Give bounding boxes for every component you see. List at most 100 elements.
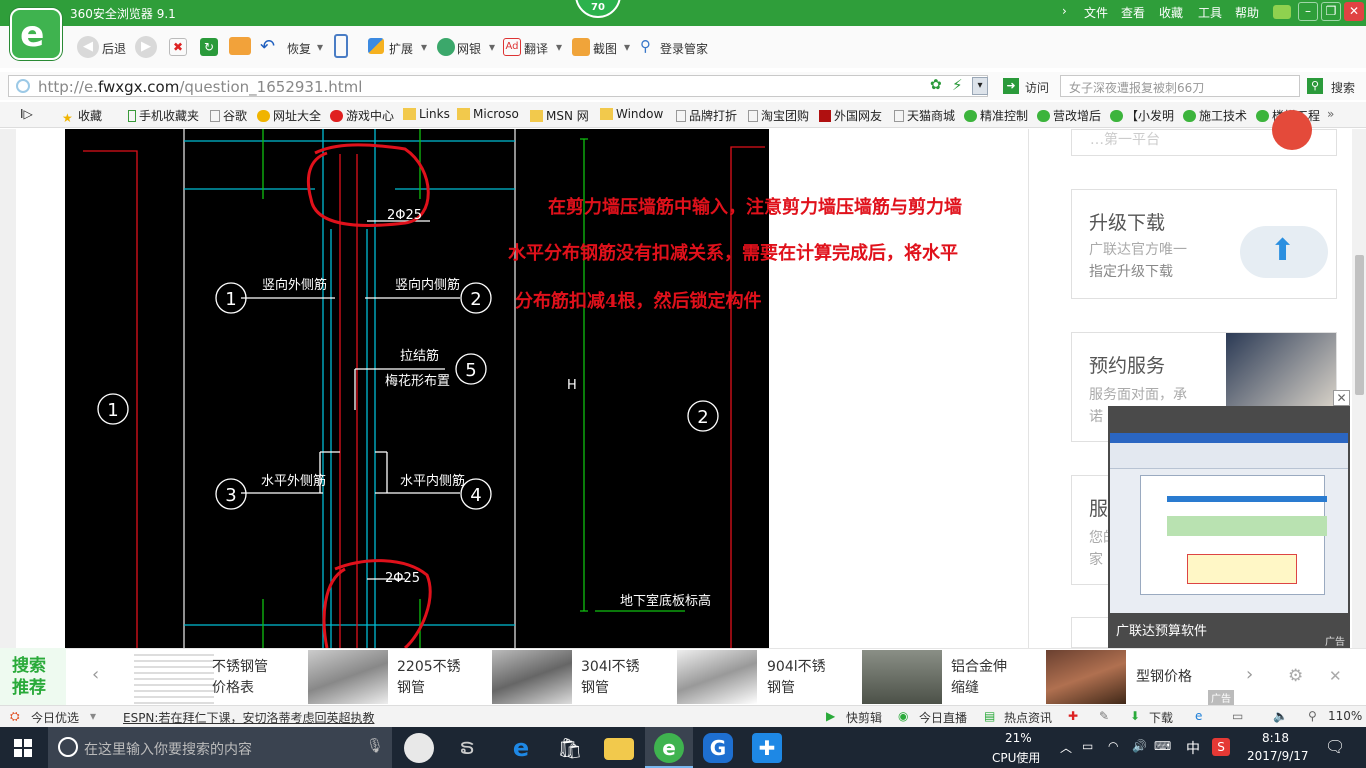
- bookmark-item[interactable]: 营改增后: [1037, 107, 1101, 124]
- cortana-icon[interactable]: [58, 737, 78, 757]
- back-arrow-icon[interactable]: ◀: [77, 36, 99, 58]
- bookmark-folder[interactable]: Links: [403, 107, 450, 121]
- recommend-item[interactable]: 304l不锈 钢管: [581, 657, 640, 699]
- platform-card[interactable]: …第一平台: [1071, 110, 1337, 156]
- recommend-image[interactable]: [134, 650, 214, 704]
- recommend-image[interactable]: [308, 650, 388, 704]
- extensions-icon[interactable]: [368, 38, 384, 54]
- recommend-item[interactable]: 型钢价格: [1136, 667, 1192, 688]
- login-search-icon[interactable]: ⚲: [640, 37, 651, 55]
- recommend-image[interactable]: [1046, 650, 1126, 704]
- bookmark-item[interactable]: 谷歌: [210, 107, 247, 124]
- menu-arrow-icon[interactable]: ›: [1062, 4, 1067, 18]
- recommend-item[interactable]: 不锈钢管 价格表: [212, 657, 268, 699]
- visit-arrow-icon[interactable]: ➜: [1003, 78, 1019, 94]
- tray-expand-icon[interactable]: ︿: [1060, 739, 1072, 756]
- recommend-image[interactable]: [677, 650, 757, 704]
- translate-icon[interactable]: Ad: [503, 38, 521, 56]
- browser-360-icon[interactable]: e: [654, 733, 684, 763]
- menu-tools[interactable]: 工具: [1198, 4, 1222, 21]
- menu-file[interactable]: 文件: [1084, 4, 1108, 21]
- search-button[interactable]: 搜索: [1331, 79, 1355, 96]
- recommend-close-icon[interactable]: ✕: [1329, 667, 1342, 685]
- battery-icon[interactable]: ▭: [1082, 739, 1093, 753]
- extensions-button[interactable]: 扩展: [389, 40, 413, 57]
- popup-close-icon[interactable]: ✕: [1333, 390, 1350, 406]
- bookmark-item[interactable]: 品牌打折: [676, 107, 737, 124]
- browser-logo-icon[interactable]: e: [10, 8, 62, 60]
- speed-mode-icon[interactable]: ⚡: [952, 76, 963, 94]
- clock-time[interactable]: 8:18: [1262, 731, 1289, 745]
- login-manager-button[interactable]: 登录管家: [660, 40, 708, 57]
- quickclip-button[interactable]: 快剪辑: [846, 709, 882, 726]
- recommend-settings-icon[interactable]: ⚙: [1288, 666, 1303, 686]
- bookmark-folder[interactable]: Window: [600, 107, 663, 121]
- window-mode-icon[interactable]: ▭: [1232, 709, 1243, 723]
- url-text[interactable]: http://e.fwxgx.com/question_1652931.html: [38, 78, 362, 96]
- ime-indicator[interactable]: 中: [1186, 738, 1200, 758]
- edge-icon[interactable]: e: [506, 733, 536, 763]
- bookmark-item[interactable]: 施工技术: [1183, 107, 1247, 124]
- translate-button[interactable]: 翻译: [524, 40, 548, 57]
- skin-shirt-icon[interactable]: [1273, 5, 1291, 19]
- today-pick-dropdown-icon[interactable]: ▾: [90, 709, 96, 723]
- task-view-icon[interactable]: [404, 733, 434, 763]
- menu-view[interactable]: 查看: [1121, 4, 1145, 21]
- bookmark-folder[interactable]: Microso: [457, 107, 519, 121]
- bookmarks-overflow-icon[interactable]: »: [1327, 107, 1334, 121]
- recommend-prev-icon[interactable]: ‹: [92, 664, 99, 685]
- volume-icon[interactable]: 🔈: [1273, 709, 1288, 723]
- ie-icon[interactable]: e: [1195, 709, 1202, 723]
- home-icon[interactable]: [229, 37, 251, 55]
- speaker-icon[interactable]: 🔊: [1132, 739, 1147, 753]
- phone-icon[interactable]: [334, 34, 348, 58]
- screenshot-button[interactable]: 截图: [593, 40, 617, 57]
- bookmark-item[interactable]: 精准控制: [964, 107, 1028, 124]
- bookmark-item[interactable]: 天猫商城: [894, 107, 955, 124]
- glodon-plus-icon[interactable]: ✚: [752, 733, 782, 763]
- bookmark-favorites[interactable]: ★ 收藏: [62, 107, 102, 125]
- zoom-level[interactable]: 110%: [1328, 709, 1362, 723]
- stop-icon[interactable]: ✖: [169, 38, 187, 56]
- forward-arrow-icon[interactable]: ▶: [135, 36, 157, 58]
- download-button[interactable]: 下载: [1149, 709, 1173, 726]
- bookmark-item[interactable]: 手机收藏夹: [128, 107, 199, 124]
- health-icon[interactable]: ✚: [1068, 709, 1078, 723]
- sidebar-toggle-icon[interactable]: I▷: [20, 107, 33, 121]
- sogou-ime-icon[interactable]: S: [1212, 738, 1230, 756]
- bookmark-item[interactable]: 游戏中心: [330, 107, 394, 124]
- upgrade-download-card[interactable]: 升级下载 广联达官方唯一 指定升级下载 ⬆: [1071, 189, 1337, 299]
- bookmark-item[interactable]: 网址大全: [257, 107, 321, 124]
- wifi-icon[interactable]: ◠: [1108, 739, 1118, 753]
- notification-icon[interactable]: 🗨: [1325, 737, 1345, 756]
- scrollbar-thumb[interactable]: [1355, 255, 1364, 395]
- clock-date[interactable]: 2017/9/17: [1247, 749, 1309, 763]
- today-pick-button[interactable]: 今日优选: [31, 709, 79, 726]
- restore-button[interactable]: 恢复: [287, 40, 311, 57]
- search-input[interactable]: 女子深夜遭报复被刺66刀: [1060, 75, 1300, 97]
- recommend-image[interactable]: [492, 650, 572, 704]
- pin-icon[interactable]: ✎: [1099, 709, 1109, 723]
- file-explorer-icon[interactable]: [604, 738, 634, 760]
- bookmark-item[interactable]: 外国网友: [819, 107, 882, 124]
- refresh-icon[interactable]: ↻: [200, 38, 218, 56]
- hotnews-button[interactable]: 热点资讯: [1004, 709, 1052, 726]
- windows-start-icon[interactable]: [14, 739, 32, 757]
- netbank-button[interactable]: 网银: [457, 40, 481, 57]
- url-dropdown-icon[interactable]: ▾: [972, 77, 988, 95]
- minimize-button[interactable]: –: [1298, 2, 1318, 21]
- bookmark-folder[interactable]: MSN 网: [530, 107, 589, 124]
- recommend-item[interactable]: 铝合金伸 缩缝: [951, 657, 1007, 699]
- bookmark-item[interactable]: 淘宝团购: [748, 107, 809, 124]
- recommend-image[interactable]: [862, 650, 942, 704]
- close-button[interactable]: ✕: [1344, 2, 1364, 21]
- microphone-icon[interactable]: 🎙: [366, 738, 384, 754]
- store-icon[interactable]: 🛍: [555, 733, 585, 763]
- keyboard-icon[interactable]: ⌨: [1154, 739, 1171, 753]
- recommend-item[interactable]: 2205不锈 钢管: [397, 657, 461, 699]
- restore-dropdown-icon[interactable]: ▾: [317, 40, 323, 54]
- news-ticker-link[interactable]: ESPN:若在拜仁下课，安切洛蒂考虑回英超执教: [123, 709, 374, 726]
- bookmark-item[interactable]: 【小发明: [1110, 107, 1174, 124]
- recommend-next-icon[interactable]: ›: [1246, 664, 1253, 685]
- browser-swirl-icon[interactable]: ຣ: [452, 733, 482, 763]
